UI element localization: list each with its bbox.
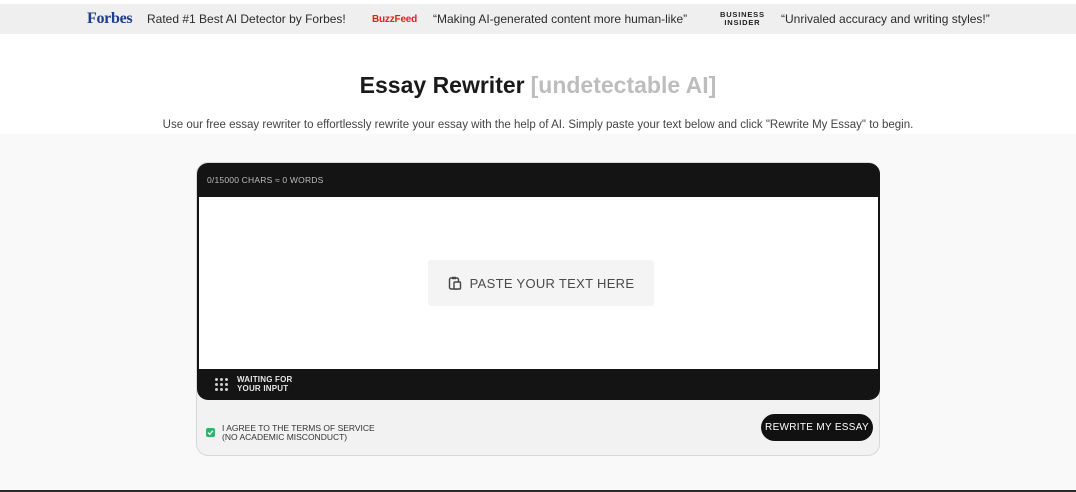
press-forbes-quote: Rated #1 Best AI Detector by Forbes!	[147, 12, 346, 26]
status-indicator: WAITING FOR YOUR INPUT	[215, 375, 307, 393]
rewriter-card: 0/15000 CHARS ≈ 0 WORDS PASTE YOUR TEXT …	[196, 162, 880, 456]
page-subtitle: Use our free essay rewriter to effortles…	[162, 119, 914, 131]
terms-checkbox[interactable]	[206, 428, 215, 437]
paste-text-label: PASTE YOUR TEXT HERE	[469, 275, 635, 291]
press-bi-quote: “Unrivaled accuracy and writing styles!”	[781, 12, 990, 26]
bi-logo-line2: INSIDER	[724, 18, 761, 27]
rewrite-essay-button[interactable]: REWRITE MY ESSAY	[761, 414, 873, 441]
char-counter: 0/15000 CHARS ≈ 0 WORDS	[207, 175, 324, 185]
buzzfeed-logo: BuzzFeed	[372, 13, 418, 25]
terms-label-line2: (NO ACADEMIC MISCONDUCT)	[222, 432, 348, 442]
press-bar: Forbes Rated #1 Best AI Detector by Forb…	[0, 4, 1076, 34]
editor-panel: 0/15000 CHARS ≈ 0 WORDS PASTE YOUR TEXT …	[197, 163, 880, 400]
forbes-quote: Rated #1 Best AI Detector by Forbes!	[147, 12, 346, 26]
page-title-text: Essay Rewriter	[359, 72, 525, 98]
status-line-2: YOUR INPUT	[237, 383, 289, 393]
clipboard-icon	[448, 276, 461, 290]
terms-agreement[interactable]: I AGREE TO THE TERMS OF SERVICE (NO ACAD…	[206, 424, 392, 442]
press-buzzfeed: BuzzFeed	[372, 14, 417, 25]
page-title: Essay Rewriter [undetectable AI]	[0, 72, 1076, 99]
checkmark-icon	[207, 430, 214, 436]
buzzfeed-quote: “Making AI-generated content more human-…	[433, 12, 688, 26]
paste-text-button[interactable]: PASTE YOUR TEXT HERE	[428, 260, 654, 306]
business-insider-quote: “Unrivaled accuracy and writing styles!”	[781, 12, 990, 26]
terms-label: I AGREE TO THE TERMS OF SERVICE (NO ACAD…	[222, 424, 392, 442]
status-text: WAITING FOR YOUR INPUT	[237, 375, 307, 393]
press-forbes: Forbes	[87, 10, 133, 28]
forbes-logo: Forbes	[87, 10, 133, 27]
loading-dots-icon	[215, 378, 228, 391]
business-insider-logo: BUSINESS INSIDER	[720, 11, 765, 27]
page-title-accent: [undetectable AI]	[530, 72, 717, 98]
press-buzzfeed-quote: “Making AI-generated content more human-…	[433, 12, 687, 26]
essay-input-area[interactable]: PASTE YOUR TEXT HERE	[199, 197, 878, 369]
